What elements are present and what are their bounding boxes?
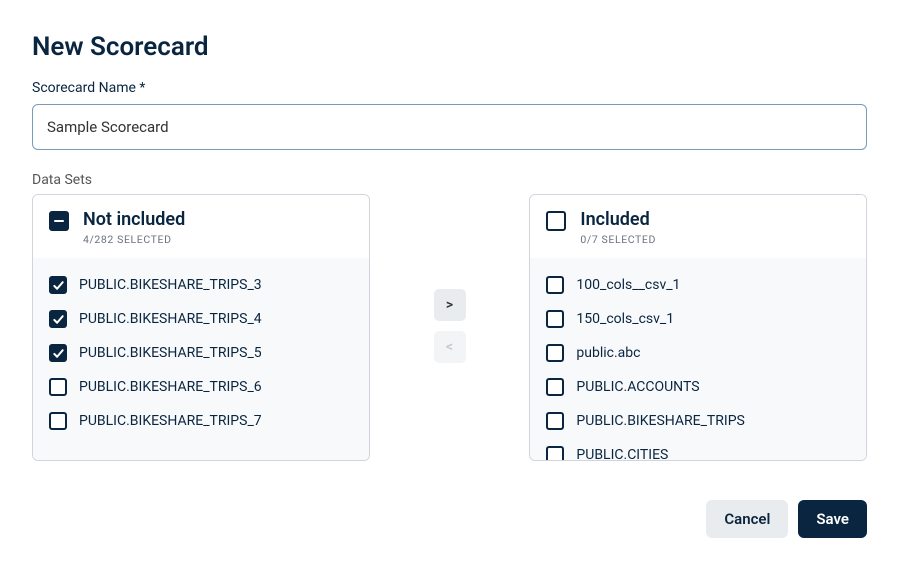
cancel-button[interactable]: Cancel <box>706 500 788 538</box>
scorecard-name-input[interactable] <box>32 104 867 150</box>
not-included-list[interactable]: PUBLIC.BIKESHARE_TRIPS_3 PUBLIC.BIKESHARE… <box>33 258 369 460</box>
datasets-label: Data Sets <box>32 172 867 188</box>
scorecard-name-label: Scorecard Name * <box>32 80 867 96</box>
list-item-label: PUBLIC.BIKESHARE_TRIPS <box>576 413 744 429</box>
not-included-title: Not included <box>83 209 185 230</box>
list-item[interactable]: PUBLIC.BIKESHARE_TRIPS_6 <box>33 370 369 404</box>
move-right-button[interactable]: > <box>434 289 466 321</box>
checkbox-icon[interactable] <box>546 276 564 294</box>
included-list[interactable]: 100_cols__csv_1 150_cols_csv_1 public.abc P… <box>530 258 866 460</box>
move-left-button: < <box>434 331 466 363</box>
checkbox-icon[interactable] <box>546 378 564 396</box>
not-included-subtitle: 4/282 SELECTED <box>83 233 185 246</box>
list-item[interactable]: PUBLIC.BIKESHARE_TRIPS_3 <box>33 268 369 302</box>
not-included-select-all-checkbox[interactable] <box>49 211 69 231</box>
included-header: Included 0/7 SELECTED <box>530 195 866 258</box>
checkbox-icon[interactable] <box>49 310 67 328</box>
list-item[interactable]: PUBLIC.BIKESHARE_TRIPS <box>530 404 866 438</box>
list-item-label: public.abc <box>576 345 640 361</box>
list-item[interactable]: PUBLIC.CITIES <box>530 438 866 460</box>
included-select-all-checkbox[interactable] <box>546 211 566 231</box>
checkbox-icon[interactable] <box>546 412 564 430</box>
list-item[interactable]: PUBLIC.BIKESHARE_TRIPS_4 <box>33 302 369 336</box>
checkbox-icon[interactable] <box>546 310 564 328</box>
checkbox-icon[interactable] <box>546 446 564 460</box>
included-title: Included <box>580 209 656 230</box>
list-item-label: 150_cols_csv_1 <box>576 311 674 327</box>
list-item-label: PUBLIC.BIKESHARE_TRIPS_5 <box>79 345 262 361</box>
checkbox-icon[interactable] <box>49 344 67 362</box>
list-item-label: 100_cols__csv_1 <box>576 277 680 293</box>
list-item-label: PUBLIC.CITIES <box>576 447 668 460</box>
checkbox-icon[interactable] <box>49 412 67 430</box>
list-item-label: PUBLIC.BIKESHARE_TRIPS_7 <box>79 413 262 429</box>
list-item[interactable]: 150_cols_csv_1 <box>530 302 866 336</box>
list-item[interactable]: PUBLIC.BIKESHARE_TRIPS_7 <box>33 404 369 438</box>
page-title: New Scorecard <box>32 32 867 62</box>
included-panel: Included 0/7 SELECTED 100_cols__csv_1 150… <box>529 194 867 461</box>
list-item-label: PUBLIC.BIKESHARE_TRIPS_4 <box>79 311 262 327</box>
not-included-header: Not included 4/282 SELECTED <box>33 195 369 258</box>
list-item[interactable]: 100_cols__csv_1 <box>530 268 866 302</box>
checkbox-icon[interactable] <box>49 276 67 294</box>
checkbox-icon[interactable] <box>49 378 67 396</box>
list-item-label: PUBLIC.BIKESHARE_TRIPS_3 <box>79 277 262 293</box>
save-button[interactable]: Save <box>798 500 867 538</box>
included-subtitle: 0/7 SELECTED <box>580 233 656 246</box>
list-item-label: PUBLIC.ACCOUNTS <box>576 379 699 395</box>
list-item-label: PUBLIC.BIKESHARE_TRIPS_6 <box>79 379 262 395</box>
not-included-panel: Not included 4/282 SELECTED PUBLIC.BIKES… <box>32 194 370 461</box>
list-item[interactable]: PUBLIC.BIKESHARE_TRIPS_5 <box>33 336 369 370</box>
checkbox-icon[interactable] <box>546 344 564 362</box>
list-item[interactable]: public.abc <box>530 336 866 370</box>
list-item[interactable]: PUBLIC.ACCOUNTS <box>530 370 866 404</box>
